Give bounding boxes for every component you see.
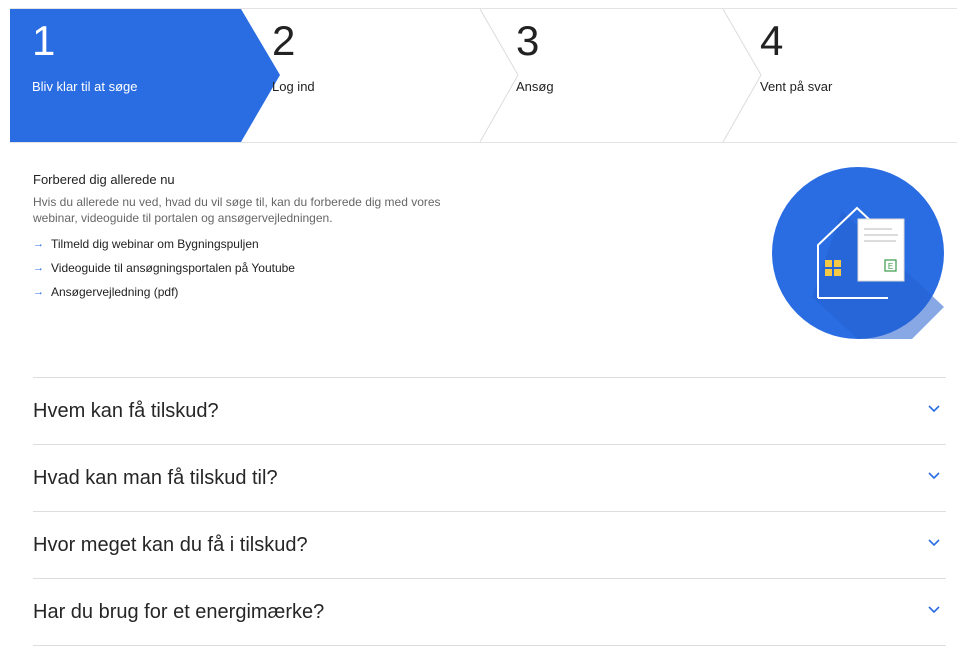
link-label[interactable]: Ansøgervejledning (pdf) [51, 284, 178, 300]
resource-link-videoguide[interactable]: → Videoguide til ansøgningsportalen på Y… [33, 260, 553, 276]
step-label: Ansøg [516, 79, 554, 94]
step-number: 1 [32, 17, 56, 64]
chevron-down-icon[interactable] [928, 472, 940, 480]
accordion-item[interactable]: Hvem kan få tilskud? [33, 377, 946, 444]
step-label: Log ind [272, 79, 315, 94]
step-4[interactable]: 4 Vent på svar [760, 9, 957, 142]
accordion-question: Har du brug for et energimærke? [33, 600, 325, 623]
accordion-question: Hvad kan man få tilskud til? [33, 466, 278, 489]
accordion-item[interactable]: Har du brug for et energimærke? [33, 578, 946, 646]
chevron-down-icon[interactable] [928, 405, 940, 413]
link-label[interactable]: Tilmeld dig webinar om Bygningspuljen [51, 236, 259, 252]
step-1[interactable]: 1 Bliv klar til at søge [10, 9, 280, 142]
accordion-item[interactable]: Hvor meget kan du få i tilskud? [33, 511, 946, 578]
application-stepper: 1 Bliv klar til at søge 2 Log ind 3 Ansø… [10, 8, 957, 143]
arrow-right-icon: → [33, 262, 44, 274]
intro-text: Hvis du allerede nu ved, hvad du vil søg… [33, 195, 441, 225]
accordion-question: Hvem kan få tilskud? [33, 399, 219, 422]
step-number: 4 [760, 17, 784, 64]
accordion-question: Hvor meget kan du få i tilskud? [33, 533, 308, 556]
intro-section: Forbered dig allerede nu Hvis du allered… [33, 172, 553, 308]
svg-text:E: E [888, 262, 893, 271]
resource-link-webinar[interactable]: → Tilmeld dig webinar om Bygningspuljen [33, 236, 553, 252]
page: 1 Bliv klar til at søge 2 Log ind 3 Ansø… [0, 0, 957, 665]
chevron-down-icon[interactable] [928, 539, 940, 547]
step-3[interactable]: 3 Ansøg [516, 9, 756, 142]
chevron-down-icon[interactable] [928, 606, 940, 614]
faq-accordion: Hvem kan få tilskud? Hvad kan man få til… [33, 377, 946, 646]
resource-links: → Tilmeld dig webinar om Bygningspuljen … [33, 236, 553, 300]
link-label[interactable]: Videoguide til ansøgningsportalen på You… [51, 260, 295, 276]
resource-link-guide-pdf[interactable]: → Ansøgervejledning (pdf) [33, 284, 553, 300]
house-document-icon: E [772, 167, 944, 339]
step-2[interactable]: 2 Log ind [272, 9, 512, 142]
arrow-right-icon: → [33, 238, 44, 250]
step-label: Bliv klar til at søge [32, 79, 138, 94]
accordion-item[interactable]: Hvad kan man få tilskud til? [33, 444, 946, 511]
step-number: 2 [272, 17, 296, 64]
step-number: 3 [516, 17, 540, 64]
intro-heading: Forbered dig allerede nu [33, 172, 175, 187]
arrow-right-icon: → [33, 286, 44, 298]
step-label: Vent på svar [760, 79, 833, 94]
